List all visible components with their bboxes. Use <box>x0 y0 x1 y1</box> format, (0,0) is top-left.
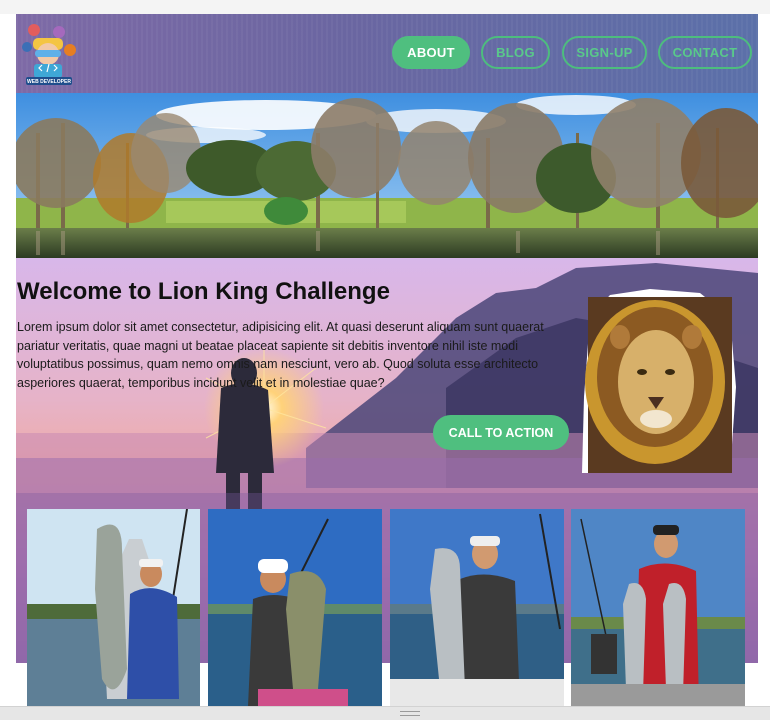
pdf-icon <box>28 24 40 36</box>
code-bubble-icon <box>53 26 65 38</box>
fishing-photo-3 <box>390 509 564 706</box>
page: WEB DEVELOPER ABOUT BLOG SIGN-UP CONTACT <box>0 0 770 720</box>
nav-contact[interactable]: CONTACT <box>658 36 752 69</box>
call-to-action-button[interactable]: CALL TO ACTION <box>433 415 569 450</box>
lion-image <box>582 289 736 473</box>
settings-bubble-icon <box>22 42 32 52</box>
nav-sign-up[interactable]: SIGN-UP <box>562 36 647 69</box>
lake-landscape-banner <box>16 93 758 258</box>
nav-about[interactable]: ABOUT <box>392 36 470 69</box>
resize-grip-icon[interactable] <box>400 711 420 716</box>
nav-blog[interactable]: BLOG <box>481 36 550 69</box>
logo-caption: WEB DEVELOPER <box>27 79 71 85</box>
site-header: WEB DEVELOPER ABOUT BLOG SIGN-UP CONTACT <box>16 14 758 93</box>
website-frame: WEB DEVELOPER ABOUT BLOG SIGN-UP CONTACT <box>16 14 758 706</box>
browser-top-strip <box>0 0 770 14</box>
hero-paragraph: Lorem ipsum dolor sit amet consectetur, … <box>17 320 544 390</box>
fishing-photo-2 <box>208 509 382 706</box>
resize-bar[interactable] <box>0 706 770 720</box>
fishing-photo-1 <box>27 509 200 706</box>
html-icon <box>64 44 76 56</box>
web-developer-logo[interactable]: WEB DEVELOPER <box>18 20 82 86</box>
hero-title: Welcome to Lion King Challenge <box>17 278 390 305</box>
fishing-photo-4 <box>571 509 745 706</box>
